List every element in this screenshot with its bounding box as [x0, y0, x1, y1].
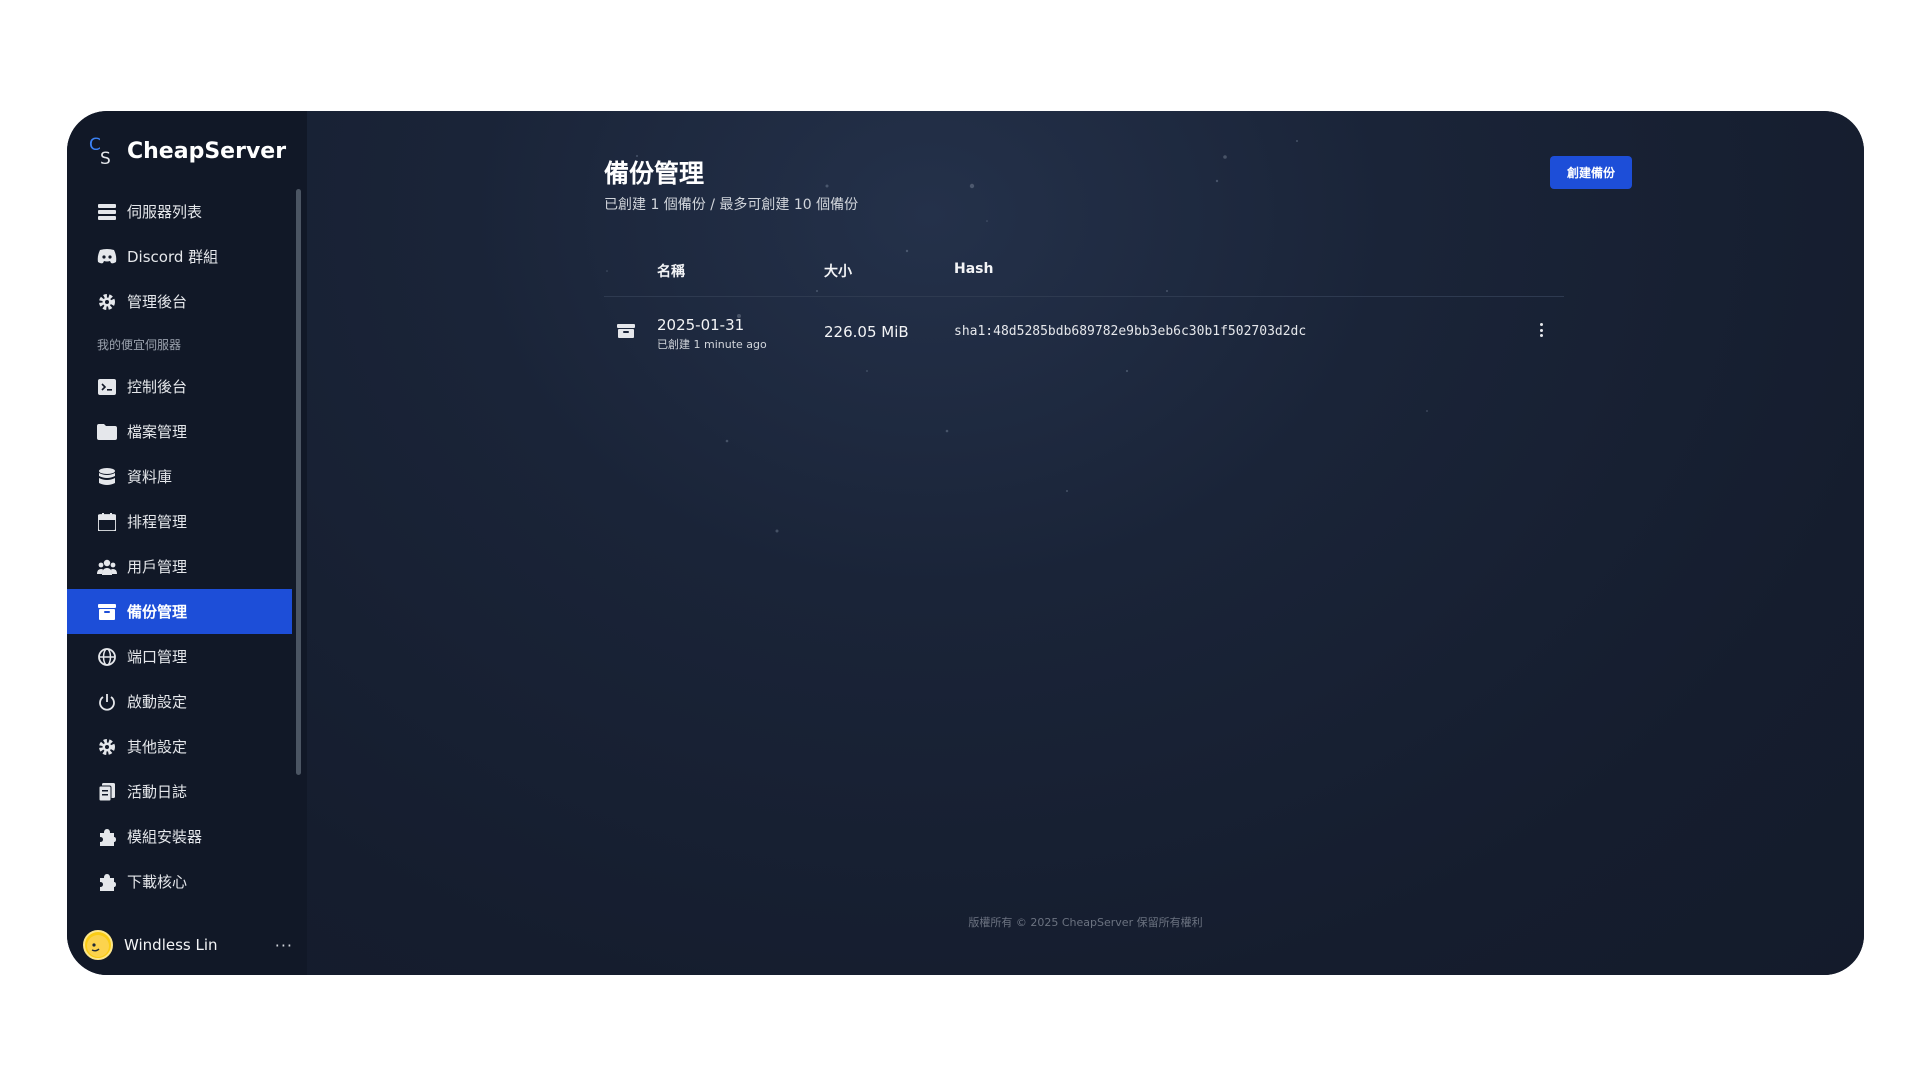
sidebar-item-other-settings[interactable]: 其他設定	[67, 724, 292, 769]
page-subtitle: 已創建 1 個備份 / 最多可創建 10 個備份	[604, 197, 859, 213]
sidebar-item-label: 控制後台	[127, 378, 188, 396]
sidebar-item-backups[interactable]: 備份管理	[67, 589, 292, 634]
sidebar-item-files[interactable]: 檔案管理	[67, 409, 292, 454]
sidebar-item-startup[interactable]: 啟動設定	[67, 679, 292, 724]
sidebar-item-label: 管理後台	[127, 293, 188, 311]
backup-hash: sha1:48d5285bdb689782e9bb3eb6c30b1f50270…	[954, 324, 1307, 339]
column-header-hash: Hash	[954, 261, 994, 277]
backup-name: 2025-01-31	[657, 316, 745, 334]
sidebar-item-label: 用戶管理	[127, 558, 188, 576]
sidebar-item-label: 下載核心	[127, 873, 188, 891]
sidebar-item-download-core[interactable]: 下載核心	[67, 859, 292, 904]
gear-icon	[97, 737, 117, 757]
sidebar-item-admin[interactable]: 管理後台	[67, 279, 292, 324]
sidebar-item-label: 端口管理	[127, 648, 188, 666]
sidebar-item-label: 伺服器列表	[127, 203, 203, 221]
sidebar-item-label: 活動日誌	[127, 783, 188, 801]
clipboard-icon	[97, 782, 117, 802]
gear-icon	[97, 292, 117, 312]
sidebar-scrollbar[interactable]	[296, 189, 301, 775]
archive-icon	[97, 602, 117, 622]
puzzle-icon	[97, 827, 117, 847]
database-icon	[97, 467, 117, 487]
app-window: C S CheapServer 伺服器列表 Discord 群組 管理後台 我的…	[67, 111, 1864, 975]
calendar-icon	[97, 512, 117, 532]
sidebar-item-label: 資料庫	[127, 468, 173, 486]
folder-icon	[97, 422, 117, 442]
discord-icon	[97, 247, 117, 267]
footer-copyright: 版權所有 © 2025 CheapServer 保留所有權利	[968, 916, 1203, 929]
brand-name: CheapServer	[127, 138, 287, 164]
more-options-icon[interactable]: ···	[275, 936, 293, 955]
main-content: 備份管理 已創建 1 個備份 / 最多可創建 10 個備份 創建備份 名稱 大小…	[307, 111, 1864, 975]
sidebar-item-activity-log[interactable]: 活動日誌	[67, 769, 292, 814]
create-backup-button[interactable]: 創建備份	[1550, 156, 1632, 189]
sidebar-item-server-list[interactable]: 伺服器列表	[67, 189, 292, 234]
sidebar-item-database[interactable]: 資料庫	[67, 454, 292, 499]
column-header-name: 名稱	[657, 264, 685, 280]
users-icon	[97, 557, 117, 577]
sidebar-item-label: 其他設定	[127, 738, 188, 756]
page-title: 備份管理	[604, 159, 705, 188]
sidebar: C S CheapServer 伺服器列表 Discord 群組 管理後台 我的…	[67, 111, 307, 975]
starfield-background	[606, 140, 1428, 533]
backup-size: 226.05 MiB	[824, 323, 909, 341]
svg-text:S: S	[100, 149, 111, 168]
puzzle-icon	[97, 872, 117, 892]
backup-created-time: 已創建 1 minute ago	[657, 338, 767, 351]
sidebar-item-label: Discord 群組	[127, 248, 219, 266]
sidebar-nav: 伺服器列表 Discord 群組 管理後台 我的便宜伺服器 控制後台 檔案管理 …	[67, 189, 292, 904]
brand[interactable]: C S CheapServer	[89, 131, 286, 171]
sidebar-item-schedules[interactable]: 排程管理	[67, 499, 292, 544]
power-icon	[97, 692, 117, 712]
sidebar-item-ports[interactable]: 端口管理	[67, 634, 292, 679]
sidebar-item-label: 備份管理	[127, 603, 188, 621]
sidebar-item-discord[interactable]: Discord 群組	[67, 234, 292, 279]
cheapserver-logo-icon: C S	[89, 134, 117, 169]
user-profile[interactable]: Windless Lin ···	[83, 929, 293, 961]
table-divider	[604, 296, 1564, 297]
sidebar-item-label: 啟動設定	[127, 693, 188, 711]
column-header-size: 大小	[824, 264, 852, 280]
terminal-icon	[97, 377, 117, 397]
sidebar-item-label: 排程管理	[127, 513, 188, 531]
sidebar-item-mod-installer[interactable]: 模組安裝器	[67, 814, 292, 859]
globe-icon	[97, 647, 117, 667]
avatar	[83, 930, 113, 960]
row-menu-icon[interactable]	[1535, 320, 1547, 340]
sidebar-item-label: 檔案管理	[127, 423, 188, 441]
archive-icon	[617, 323, 635, 341]
sidebar-item-label: 模組安裝器	[127, 828, 203, 846]
sidebar-item-users[interactable]: 用戶管理	[67, 544, 292, 589]
user-name: Windless Lin	[124, 936, 218, 954]
sidebar-section-title: 我的便宜伺服器	[97, 337, 182, 352]
sidebar-item-console[interactable]: 控制後台	[67, 364, 292, 409]
server-icon	[97, 202, 117, 222]
